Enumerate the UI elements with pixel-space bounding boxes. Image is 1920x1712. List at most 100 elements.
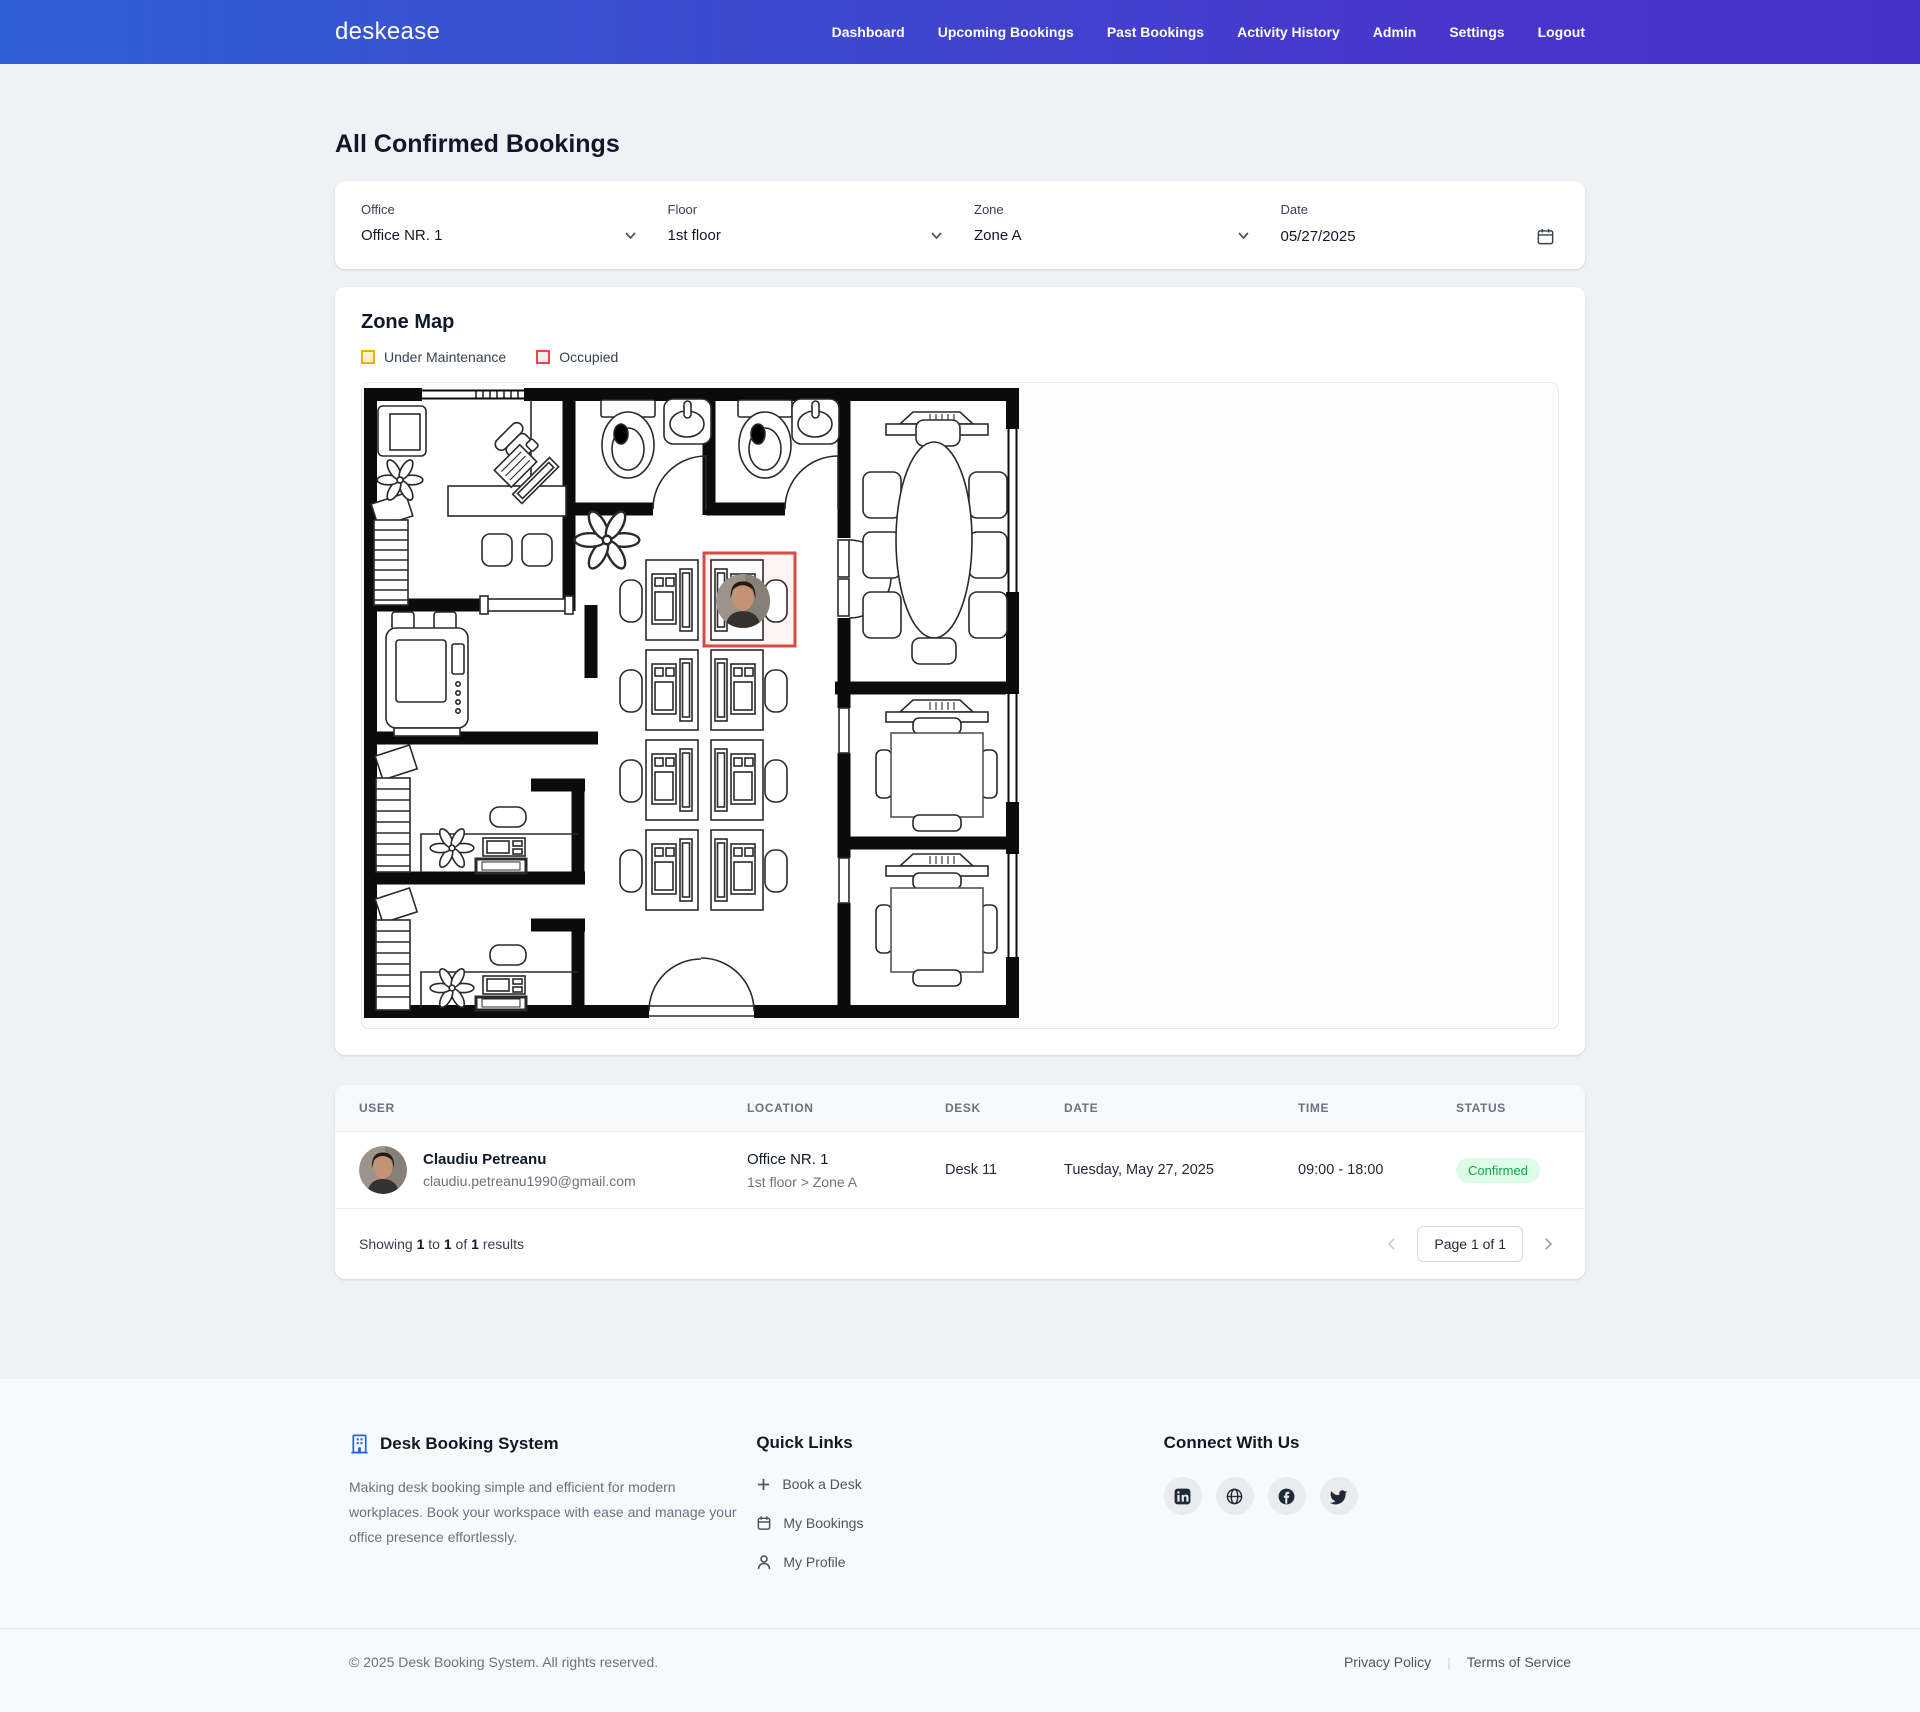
avatar — [359, 1146, 407, 1194]
occupied-desk-avatar — [716, 574, 770, 628]
office-filter: Office Office NR. 1 — [361, 202, 640, 246]
floor-select[interactable]: 1st floor — [668, 227, 947, 244]
maintenance-label: Under Maintenance — [384, 349, 506, 365]
occupied-desk-marker[interactable] — [704, 553, 795, 646]
floor-filter: Floor 1st floor — [668, 202, 947, 246]
occupied-swatch — [536, 350, 550, 364]
zone-select[interactable]: Zone A — [974, 227, 1253, 244]
linkedin-button[interactable] — [1164, 1477, 1202, 1515]
link-my-profile[interactable]: My Profile — [756, 1554, 1163, 1570]
next-page-button[interactable] — [1535, 1231, 1561, 1257]
bookings-table-card: USER LOCATION DESK DATE TIME STATUS Clau… — [335, 1085, 1585, 1279]
filters-card: Office Office NR. 1 Floor 1st floor Zone… — [335, 181, 1585, 269]
chevron-right-icon — [1539, 1235, 1557, 1253]
nav-past-bookings[interactable]: Past Bookings — [1107, 24, 1204, 40]
footer-quick-links-col: Quick Links Book a Desk My Bookings My P… — [756, 1433, 1163, 1570]
desk-cell: Desk 11 — [945, 1162, 1064, 1178]
zone-map-card: Zone Map Under Maintenance Occupied — [335, 287, 1585, 1055]
table-header: USER LOCATION DESK DATE TIME STATUS — [335, 1085, 1585, 1131]
location-office: Office NR. 1 — [747, 1151, 945, 1168]
twitter-button[interactable] — [1320, 1477, 1358, 1515]
quick-links-title: Quick Links — [756, 1433, 1163, 1453]
office-selected-value: Office NR. 1 — [361, 227, 442, 244]
col-user: USER — [359, 1101, 747, 1115]
building-icon — [349, 1433, 370, 1455]
chevron-down-icon — [1238, 232, 1249, 239]
time-cell: 09:00 - 18:00 — [1298, 1162, 1456, 1178]
office-filter-label: Office — [361, 202, 640, 217]
calendar-icon — [1536, 227, 1555, 246]
legend-occupied: Occupied — [536, 349, 618, 365]
plus-icon — [756, 1477, 771, 1492]
privacy-policy-link[interactable]: Privacy Policy — [1344, 1654, 1431, 1670]
results-summary: Showing 1 to 1 of 1 results — [359, 1236, 524, 1252]
zone-map-floorplan — [364, 388, 1019, 1020]
facebook-icon — [1277, 1487, 1296, 1506]
col-location: LOCATION — [747, 1101, 945, 1115]
calendar-icon — [756, 1515, 772, 1531]
page-title: All Confirmed Bookings — [335, 130, 1585, 159]
status-cell: Confirmed — [1456, 1158, 1561, 1183]
nav-settings[interactable]: Settings — [1449, 24, 1504, 40]
col-status: STATUS — [1456, 1101, 1561, 1115]
chevron-down-icon — [625, 232, 636, 239]
footer-description: Making desk booking simple and efficient… — [349, 1475, 744, 1551]
terms-of-service-link[interactable]: Terms of Service — [1467, 1654, 1571, 1670]
nav-logout[interactable]: Logout — [1538, 24, 1585, 40]
zone-map-frame — [361, 382, 1559, 1029]
maintenance-swatch — [361, 350, 375, 364]
zone-filter: Zone Zone A — [974, 202, 1253, 246]
globe-icon — [1225, 1487, 1244, 1506]
prev-page-button[interactable] — [1379, 1231, 1405, 1257]
table-footer: Showing 1 to 1 of 1 results Page 1 of 1 — [335, 1208, 1585, 1279]
table-row: Claudiu Petreanu claudiu.petreanu1990@gm… — [335, 1131, 1585, 1208]
date-filter: Date 05/27/2025 — [1281, 202, 1560, 246]
occupied-label: Occupied — [559, 349, 618, 365]
chevron-down-icon — [931, 232, 942, 239]
footer-social-col: Connect With Us — [1164, 1433, 1571, 1570]
page-indicator: Page 1 of 1 — [1417, 1226, 1523, 1262]
footer-bottom-bar: © 2025 Desk Booking System. All rights r… — [0, 1628, 1920, 1712]
zone-map-legend: Under Maintenance Occupied — [361, 349, 1559, 365]
nav-upcoming-bookings[interactable]: Upcoming Bookings — [938, 24, 1074, 40]
date-filter-label: Date — [1281, 202, 1560, 217]
twitter-icon — [1329, 1487, 1348, 1506]
footer-brand-title: Desk Booking System — [380, 1434, 559, 1454]
zone-filter-label: Zone — [974, 202, 1253, 217]
pagination: Page 1 of 1 — [1379, 1226, 1561, 1262]
connect-title: Connect With Us — [1164, 1433, 1571, 1453]
website-button[interactable] — [1216, 1477, 1254, 1515]
user-icon — [756, 1554, 772, 1570]
nav-dashboard[interactable]: Dashboard — [832, 24, 905, 40]
floor-selected-value: 1st floor — [668, 227, 721, 244]
nav-admin[interactable]: Admin — [1373, 24, 1417, 40]
linkedin-icon — [1173, 1487, 1192, 1506]
date-cell: Tuesday, May 27, 2025 — [1064, 1162, 1298, 1178]
status-badge: Confirmed — [1456, 1158, 1540, 1183]
col-desk: DESK — [945, 1101, 1064, 1115]
nav-activity-history[interactable]: Activity History — [1237, 24, 1340, 40]
zone-selected-value: Zone A — [974, 227, 1022, 244]
location-cell: Office NR. 1 1st floor > Zone A — [747, 1151, 945, 1190]
facebook-button[interactable] — [1268, 1477, 1306, 1515]
chevron-left-icon — [1383, 1235, 1401, 1253]
top-navbar: deskease Dashboard Upcoming Bookings Pas… — [0, 0, 1920, 64]
floor-filter-label: Floor — [668, 202, 947, 217]
brand-logo[interactable]: deskease — [335, 18, 440, 46]
user-email: claudiu.petreanu1990@gmail.com — [423, 1173, 636, 1189]
legend-under-maintenance: Under Maintenance — [361, 349, 506, 365]
col-date: DATE — [1064, 1101, 1298, 1115]
col-time: TIME — [1298, 1101, 1456, 1115]
link-book-a-desk[interactable]: Book a Desk — [756, 1476, 1163, 1492]
legal-separator: | — [1447, 1654, 1451, 1670]
location-path: 1st floor > Zone A — [747, 1174, 945, 1190]
user-cell: Claudiu Petreanu claudiu.petreanu1990@gm… — [359, 1146, 747, 1194]
footer-brand-col: Desk Booking System Making desk booking … — [349, 1433, 756, 1570]
zone-map-title: Zone Map — [361, 311, 1559, 334]
date-input[interactable]: 05/27/2025 — [1281, 227, 1560, 246]
page-footer: Desk Booking System Making desk booking … — [0, 1379, 1920, 1712]
office-select[interactable]: Office NR. 1 — [361, 227, 640, 244]
link-my-bookings[interactable]: My Bookings — [756, 1515, 1163, 1531]
copyright-text: © 2025 Desk Booking System. All rights r… — [349, 1654, 658, 1670]
main-nav: Dashboard Upcoming Bookings Past Booking… — [832, 24, 1585, 40]
